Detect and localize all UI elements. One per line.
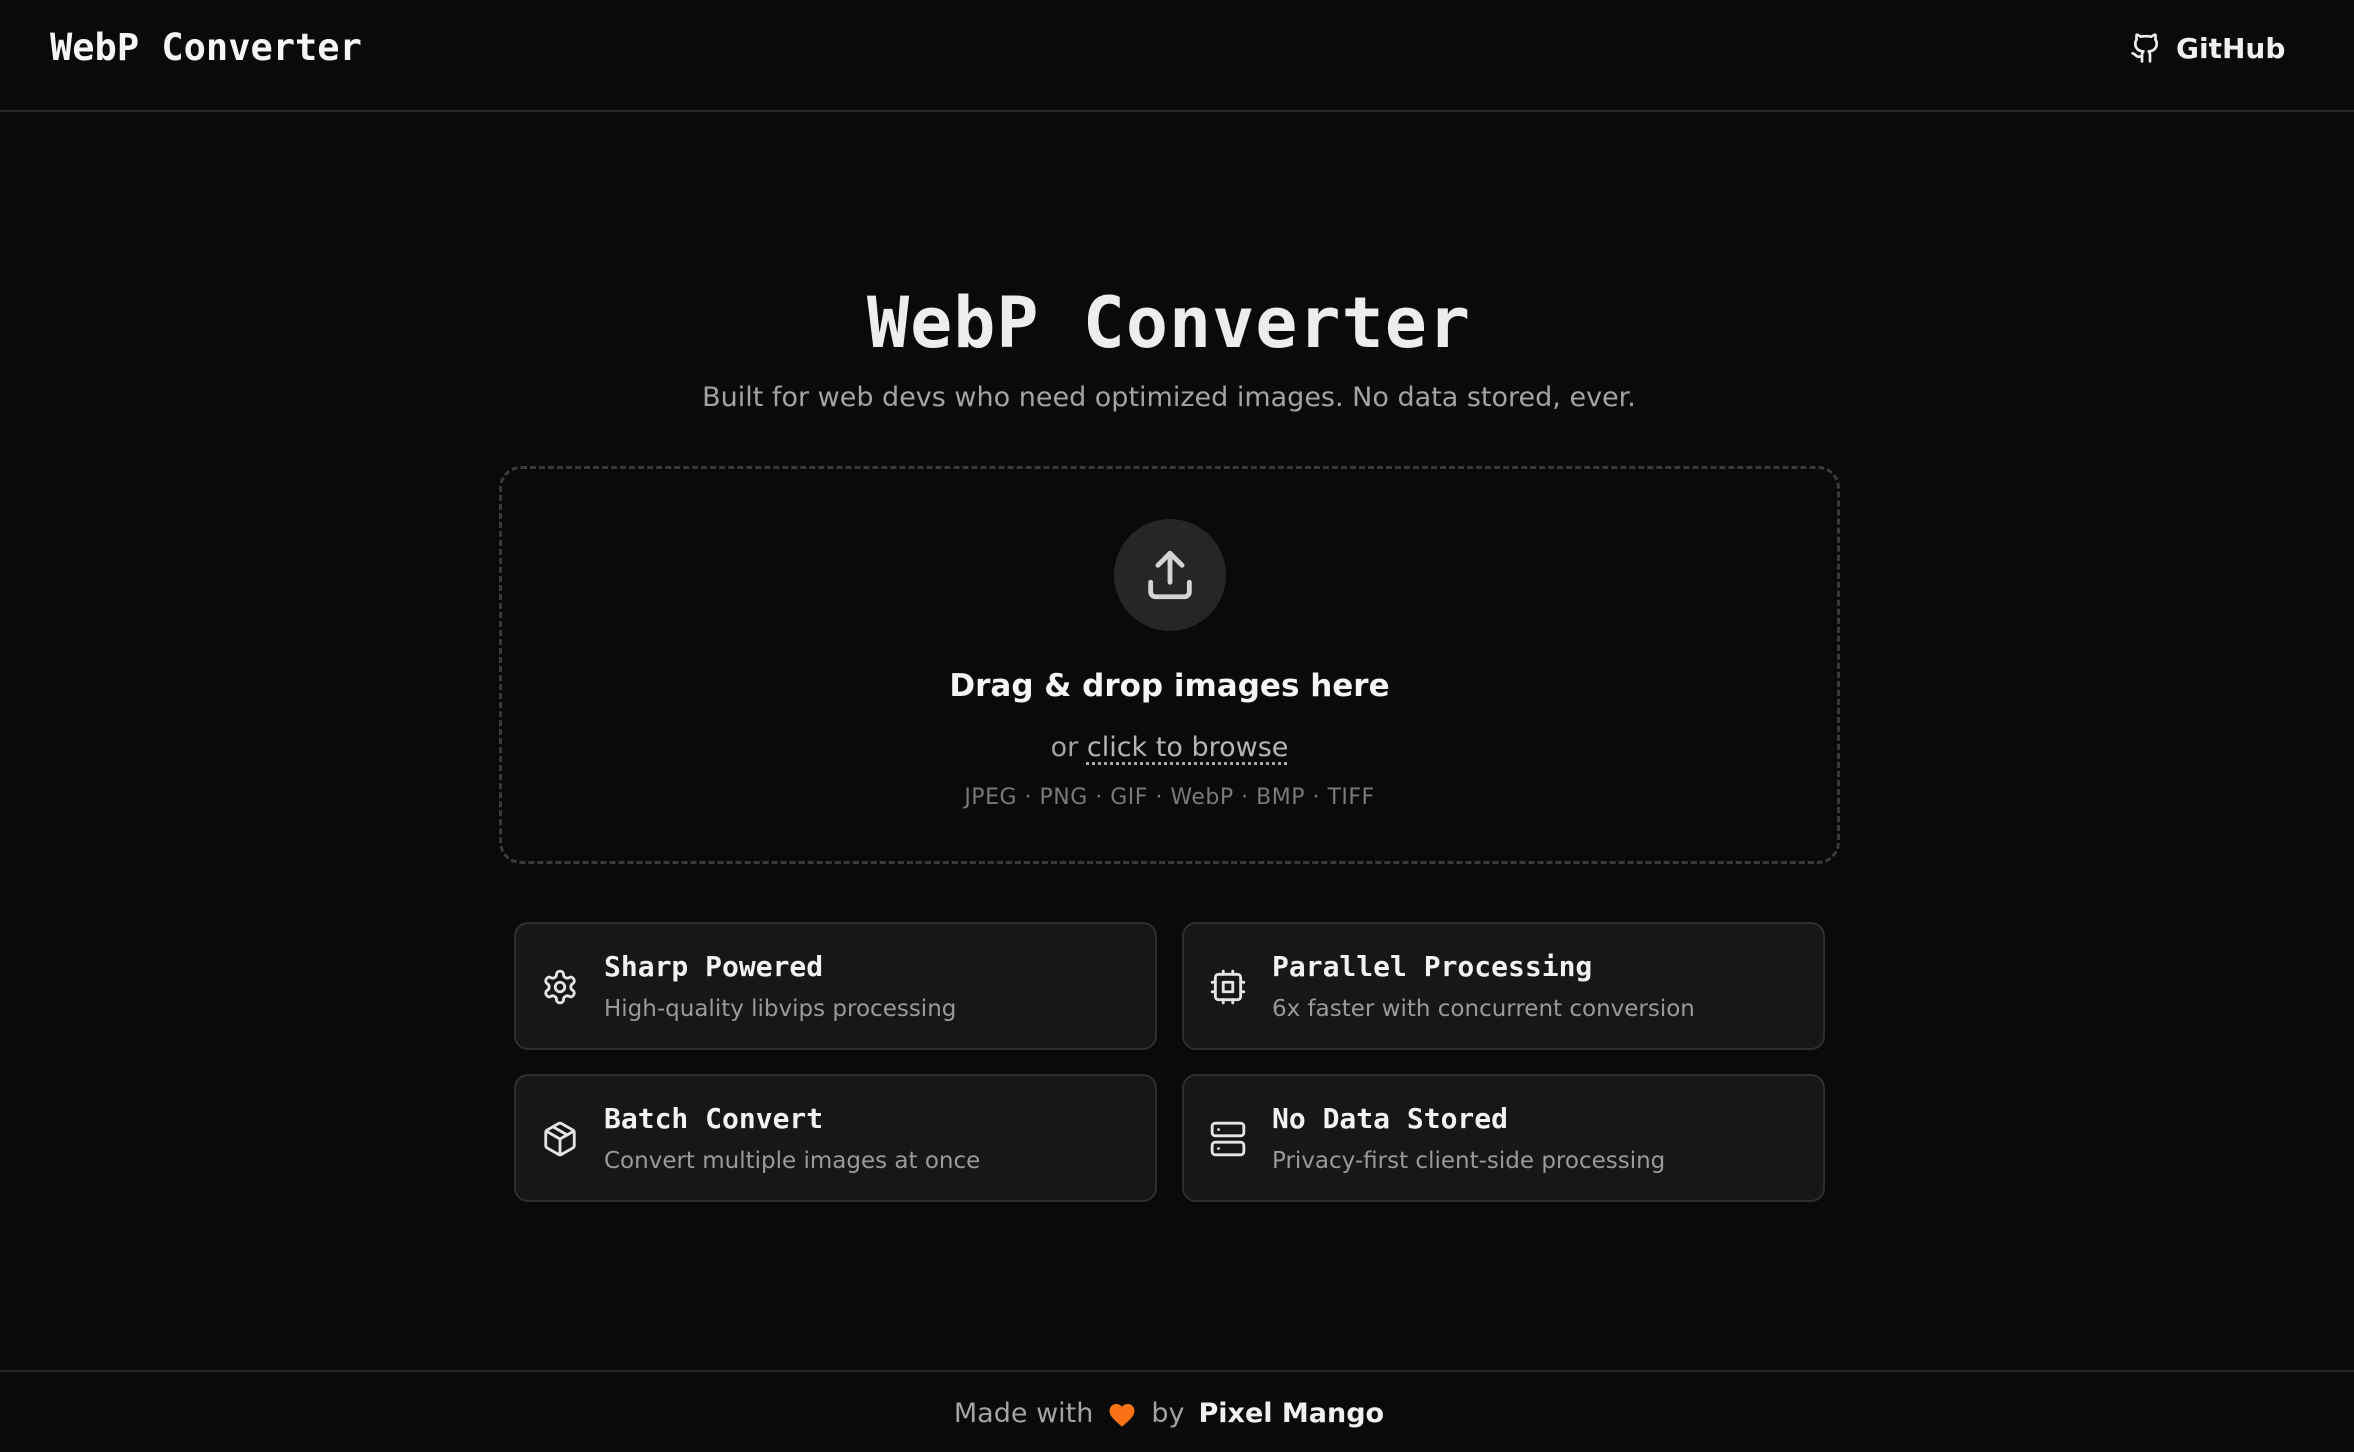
image-dropzone[interactable]: Drag & drop images here or click to brow…	[499, 466, 1840, 864]
footer-made-with: Made with	[953, 1398, 1094, 1429]
gear-icon	[541, 968, 579, 1006]
heart-icon	[1107, 1400, 1137, 1428]
feature-card-parallel-processing: Parallel Processing 6x faster with concu…	[1182, 922, 1825, 1050]
github-icon	[2130, 32, 2162, 64]
browse-link[interactable]: click to browse	[1087, 732, 1289, 763]
page-subtitle: Built for web devs who need optimized im…	[702, 382, 1636, 413]
browse-prefix: or	[1050, 732, 1079, 763]
server-icon	[1209, 1120, 1247, 1158]
footer-credit: Made with by Pixel Mango	[0, 1396, 2338, 1432]
supported-formats: JPEG · PNG · GIF · WebP · BMP · TIFF	[964, 785, 1375, 810]
brand-logo-text[interactable]: WebP Converter	[50, 26, 362, 70]
github-label: GitHub	[2176, 31, 2286, 65]
upload-icon	[1114, 519, 1226, 631]
feature-description: 6x faster with concurrent conversion	[1272, 996, 1695, 1022]
feature-title: Batch Convert	[604, 1102, 824, 1135]
feature-title: No Data Stored	[1272, 1102, 1509, 1135]
top-navbar: WebP Converter GitHub	[0, 0, 2354, 112]
box-icon	[541, 1120, 579, 1158]
feature-title: Parallel Processing	[1272, 950, 1593, 983]
feature-card-sharp-powered: Sharp Powered High-quality libvips proce…	[514, 922, 1157, 1050]
feature-card-batch-convert: Batch Convert Convert multiple images at…	[514, 1074, 1157, 1202]
feature-description: Privacy-first client-side processing	[1272, 1148, 1666, 1174]
dropzone-browse-line: or click to browse	[502, 729, 1837, 767]
feature-description: High-quality libvips processing	[604, 996, 957, 1022]
cpu-icon	[1209, 968, 1247, 1006]
feature-card-no-data-stored: No Data Stored Privacy-first client-side…	[1182, 1074, 1825, 1202]
feature-description: Convert multiple images at once	[604, 1148, 981, 1174]
page-footer: Made with by Pixel Mango	[0, 1370, 2354, 1452]
dropzone-title: Drag & drop images here	[949, 668, 1390, 704]
author-link[interactable]: Pixel Mango	[1198, 1396, 1384, 1432]
feature-title: Sharp Powered	[604, 950, 824, 983]
github-link[interactable]: GitHub	[2130, 28, 2285, 68]
page-title: WebP Converter	[866, 282, 1471, 364]
footer-by: by	[1151, 1398, 1185, 1429]
